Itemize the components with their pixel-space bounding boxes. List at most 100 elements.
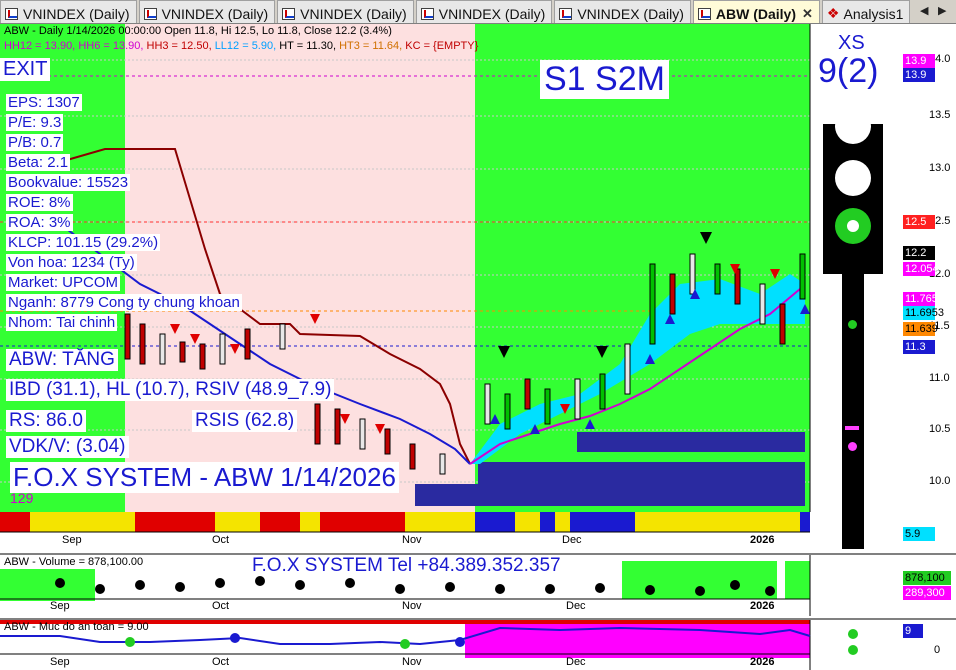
safe-x-tick-sep: Sep [50, 656, 70, 668]
pink-zone [125, 24, 475, 512]
safe-x-tick-oct: Oct [212, 656, 230, 668]
chart-icon [5, 7, 18, 20]
volume-pane[interactable]: ABW - Volume = 878,100.00 F.O.X SYSTEM T… [0, 553, 956, 616]
tab-bar: VNINDEX (Daily) VNINDEX (Daily) VNINDEX … [0, 0, 956, 24]
support-box-2 [478, 462, 805, 484]
klcp-text: KLCP: 101.15 (29.2%) [6, 234, 161, 251]
roa-text: ROA: 3% [6, 214, 73, 231]
eps-text: EPS: 1307 [6, 94, 82, 111]
nhom-text: Nhom: Tai chinh [6, 314, 118, 331]
safe-x-tick-dec: Dec [566, 656, 586, 668]
signal-label: S1 S2M [540, 60, 669, 99]
level-summary: HH12 = 13.90, HH6 = 13.90, HH3 = 12.50, … [4, 40, 478, 52]
ll12-value: LL12 = 5.90, [214, 40, 277, 52]
roe-text: ROE: 8% [6, 194, 73, 211]
trend-text: ABW: TĂNG [6, 349, 118, 371]
ibd-text: IBD (31.1), HL (10.7), RSIV (48.9_7.9) [6, 379, 335, 401]
tab-abw[interactable]: ABW (Daily) ✕ [692, 0, 820, 23]
price-tag-ht: 11.3 [903, 340, 935, 354]
price-tag-ema2: 11.765 [903, 292, 938, 306]
y-tick-10-5: 10.5 [929, 423, 951, 435]
price-tag-hh6: 13.9 [903, 68, 935, 82]
tab-vnindex-1[interactable]: VNINDEX (Daily) [0, 0, 137, 23]
x-tick-sep: Sep [62, 534, 82, 546]
close-tab-icon[interactable]: ✕ [802, 6, 813, 22]
tab-vnindex-5[interactable]: VNINDEX (Daily) [554, 0, 691, 23]
xs-value: 9(2) [818, 52, 879, 90]
safe-x-tick-2026: 2026 [750, 656, 775, 668]
y-tick-10: 10.0 [929, 475, 951, 487]
tab-vnindex-3[interactable]: VNINDEX (Daily) [277, 0, 414, 23]
bar-count: 129 [10, 490, 34, 506]
traffic-light-middle-icon [835, 160, 871, 196]
price-tag-hh12: 13.9 [903, 54, 935, 68]
price-tag-close: 12.2 [903, 246, 935, 260]
safety-pane[interactable]: ABW - Muc do an toan = 9.00 9 0 Sep Oct … [0, 618, 956, 670]
chart-header: ABW - Daily 1/14/2026 00:00:00 Open 11.8… [4, 25, 392, 37]
hh12-value: HH12 = 13.90, [4, 40, 76, 52]
ht-value: HT = 11.30, [279, 40, 337, 52]
y-tick-13: 13.0 [929, 162, 951, 174]
traffic-light-pole [842, 274, 864, 549]
tab-scroll-right-icon[interactable]: ▶ [938, 4, 946, 17]
kc-value: KC = {EMPTY} [405, 40, 479, 52]
tab-vnindex-2[interactable]: VNINDEX (Daily) [138, 0, 276, 23]
price-tag-hh3: 12.5 [903, 215, 935, 229]
pole-green-dot-icon [848, 320, 857, 329]
chart-icon [559, 7, 573, 20]
ht3-value: HT3 = 11.64, [339, 40, 403, 52]
tab-analysis1[interactable]: ❖ Analysis1 [821, 0, 911, 23]
pe-text: P/E: 9.3 [6, 114, 64, 131]
rs-text: RS: 86.0 [6, 410, 86, 432]
volume-header: ABW - Volume = 878,100.00 [4, 556, 144, 568]
chart-icon [697, 7, 711, 20]
vol-x-tick-sep: Sep [50, 600, 70, 612]
market-text: Market: UPCOM [6, 274, 121, 291]
rsis-text: RSIS (62.8) [192, 410, 298, 432]
x-tick-oct: Oct [212, 534, 230, 546]
pb-text: P/B: 0.7 [6, 134, 64, 151]
price-pane[interactable]: ABW - Daily 1/14/2026 00:00:00 Open 11.8… [0, 24, 956, 551]
vonhoa-text: Von hoa: 1234 (Ty) [6, 254, 137, 271]
safety-header: ABW - Muc do an toan = 9.00 [4, 621, 149, 633]
chart-icon [143, 7, 157, 20]
pole-magenta-dot-icon [848, 442, 857, 451]
chart-icon [282, 7, 296, 20]
x-tick-nov: Nov [402, 534, 422, 546]
vol-x-tick-oct: Oct [212, 600, 230, 612]
analysis-icon: ❖ [826, 5, 840, 21]
green-light-core-icon [845, 218, 861, 234]
safe-x-tick-nov: Nov [402, 656, 422, 668]
price-tag-cloud: 11.6953 [903, 306, 944, 320]
price-tag-ll12: 5.9 [903, 527, 935, 541]
pole-magenta-mark-icon [845, 426, 859, 430]
vdkv-text: VDK/V: (3.04) [6, 436, 129, 458]
price-tag-ht3: 11.639 [903, 322, 938, 336]
beta-text: Beta: 2.1 [6, 154, 71, 171]
x-tick-2026: 2026 [750, 534, 775, 546]
watermark-title: F.O.X SYSTEM - ABW 1/14/2026 [10, 462, 399, 493]
volume-avg-tag: 289,300 [903, 586, 951, 600]
exit-label: EXIT [0, 58, 51, 81]
nganh-text: Nganh: 8779 Cong ty chung khoan [6, 294, 242, 311]
traffic-light [823, 124, 883, 274]
support-box-1 [577, 432, 805, 452]
chart-icon [420, 7, 434, 20]
vol-x-tick-2026: 2026 [750, 600, 775, 612]
x-tick-dec: Dec [562, 534, 582, 546]
safety-tag: 9 [903, 624, 923, 638]
volume-tag: 878,100 [903, 571, 951, 585]
traffic-light-top-icon [835, 108, 871, 144]
tab-scroll-left-icon[interactable]: ◀ [920, 4, 928, 17]
y-tick-13-5: 13.5 [929, 109, 951, 121]
safety-axis-zero: 0 [934, 644, 941, 656]
vol-x-tick-nov: Nov [402, 600, 422, 612]
support-box-3 [415, 484, 805, 506]
tab-vnindex-4[interactable]: VNINDEX (Daily) [415, 0, 553, 23]
hh6-value: HH6 = 13.90, [78, 40, 144, 52]
vol-x-tick-dec: Dec [566, 600, 586, 612]
bookvalue-text: Bookvalue: 15523 [6, 174, 131, 191]
phone-text: F.O.X SYSTEM Tel +84.389.352.357 [252, 555, 561, 576]
hh3-value: HH3 = 12.50, [146, 40, 212, 52]
price-tag-ema: 12.0544 [903, 262, 945, 276]
